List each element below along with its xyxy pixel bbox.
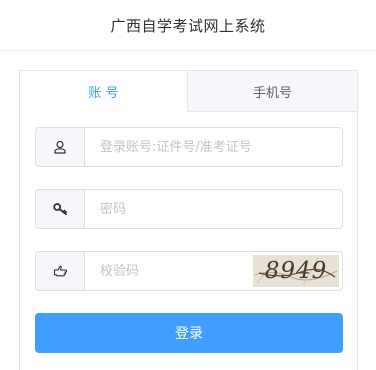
site-header: 广西自学考试网上系统: [0, 0, 376, 51]
page-title: 广西自学考试网上系统: [110, 16, 266, 35]
key-icon: [36, 190, 85, 228]
captcha-graphic: 8949: [253, 255, 339, 287]
captcha-field: 8949: [35, 251, 343, 291]
account-field: [35, 127, 343, 167]
captcha-input[interactable]: [85, 252, 253, 290]
user-icon: [36, 128, 85, 166]
captcha-text: 8949: [265, 258, 328, 284]
password-field: [35, 189, 343, 229]
tab-account[interactable]: 账 号: [20, 71, 188, 112]
account-input[interactable]: [85, 128, 342, 166]
tab-phone[interactable]: 手机号: [188, 71, 357, 112]
login-tabs: 账 号 手机号: [20, 71, 357, 112]
hand-pointer-icon: [36, 252, 85, 290]
captcha-image[interactable]: 8949: [253, 255, 339, 287]
login-card: 账 号 手机号 登录账号:证件号/准考证号 校验码 8949 登录: [19, 70, 358, 370]
login-button[interactable]: 登录: [35, 313, 343, 353]
password-input[interactable]: [85, 190, 342, 228]
